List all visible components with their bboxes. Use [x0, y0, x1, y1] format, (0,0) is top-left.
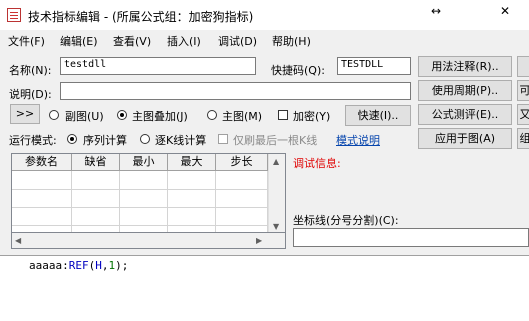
radio-subchart-label: 副图(U) [65, 110, 104, 123]
apply-chart-button[interactable]: 应用于图(A) [418, 128, 512, 149]
right-side-button-2[interactable]: 可 [517, 80, 529, 101]
radio-per-bar-calc[interactable] [140, 134, 150, 144]
close-icon[interactable]: ✕ [500, 4, 510, 18]
encrypt-label: 加密(Y) [293, 110, 331, 123]
code-terminator: ; [121, 259, 129, 272]
radio-main[interactable] [207, 110, 217, 120]
radio-per-bar-calc-label: 逐K线计算 [155, 134, 207, 147]
radio-sequence-calc-label: 序列计算 [83, 134, 127, 147]
scroll-left-icon[interactable]: ◀ [15, 236, 21, 245]
param-header-step[interactable]: 步长 [216, 154, 268, 171]
resize-icon[interactable]: ↔ [431, 4, 441, 18]
expand-button[interactable]: >> [10, 104, 40, 124]
code-function: REF [68, 259, 89, 272]
coord-lines-label: 坐标线(分号分割)(C): [293, 214, 399, 227]
shortcut-input[interactable]: TESTDLL [337, 57, 411, 75]
radio-main-label: 主图(M) [222, 110, 263, 123]
window-title: 技术指标编辑 - (所属公式组：加密狗指标) [28, 10, 254, 24]
code-arg-high: H [95, 259, 102, 272]
coord-lines-input[interactable] [293, 228, 529, 247]
code-rparen: ) [115, 259, 122, 272]
scroll-down-icon[interactable]: ▼ [273, 222, 279, 231]
right-side-button-3[interactable]: 又 [517, 104, 529, 125]
param-header-min[interactable]: 最小 [120, 154, 168, 171]
radio-subchart[interactable] [49, 110, 59, 120]
usage-cycle-button[interactable]: 使用周期(P).. [418, 80, 512, 101]
run-mode-label: 运行模式: [9, 134, 57, 147]
code-comma: , [101, 259, 109, 272]
code-line-1[interactable]: aaaaa:REF(H,1); [29, 259, 128, 272]
menu-insert[interactable]: 插入(I) [167, 33, 201, 49]
code-separator: : [62, 259, 69, 272]
right-side-button-4[interactable]: 组 [517, 128, 529, 149]
right-side-button-1[interactable] [517, 56, 529, 77]
encrypt-checkbox[interactable] [278, 110, 288, 120]
table-row-divider [12, 225, 267, 226]
scroll-right-icon[interactable]: ▶ [256, 236, 262, 245]
description-label: 说明(D): [9, 88, 52, 101]
refresh-last-label: 仅刷最后一根K线 [233, 134, 318, 147]
radio-sequence-calc[interactable] [67, 134, 77, 144]
mode-help-link[interactable]: 模式说明 [336, 132, 380, 148]
param-header-name[interactable]: 参数名 [12, 154, 72, 171]
formula-test-button[interactable]: 公式测评(E).. [418, 104, 512, 125]
code-variable: aaaaa [29, 259, 63, 272]
shortcut-label: 快捷码(Q): [271, 64, 325, 77]
table-row-divider [12, 189, 267, 190]
menu-file[interactable]: 文件(F) [8, 33, 45, 49]
name-input[interactable]: testdll [60, 57, 256, 75]
table-row-divider [12, 207, 267, 208]
radio-main-overlay[interactable] [117, 110, 127, 120]
usage-notes-button[interactable]: 用法注释(R).. [418, 56, 512, 77]
name-label: 名称(N): [9, 64, 52, 77]
param-table-hscroll[interactable]: ◀ ▶ [11, 232, 286, 249]
description-input[interactable] [60, 82, 411, 100]
param-header-default[interactable]: 缺省 [72, 154, 120, 171]
menu-debug[interactable]: 调试(D) [218, 33, 257, 49]
app-icon [7, 8, 21, 22]
quick-button[interactable]: 快速(I).. [345, 105, 411, 126]
scroll-up-icon[interactable]: ▲ [273, 157, 279, 166]
refresh-last-checkbox[interactable] [218, 134, 228, 144]
menu-view[interactable]: 查看(V) [113, 33, 151, 49]
debug-info-label: 调试信息: [293, 157, 341, 170]
param-header-max[interactable]: 最大 [168, 154, 216, 171]
menu-help[interactable]: 帮助(H) [272, 33, 311, 49]
menu-edit[interactable]: 编辑(E) [60, 33, 98, 49]
radio-main-overlay-label: 主图叠加(J) [132, 110, 188, 123]
